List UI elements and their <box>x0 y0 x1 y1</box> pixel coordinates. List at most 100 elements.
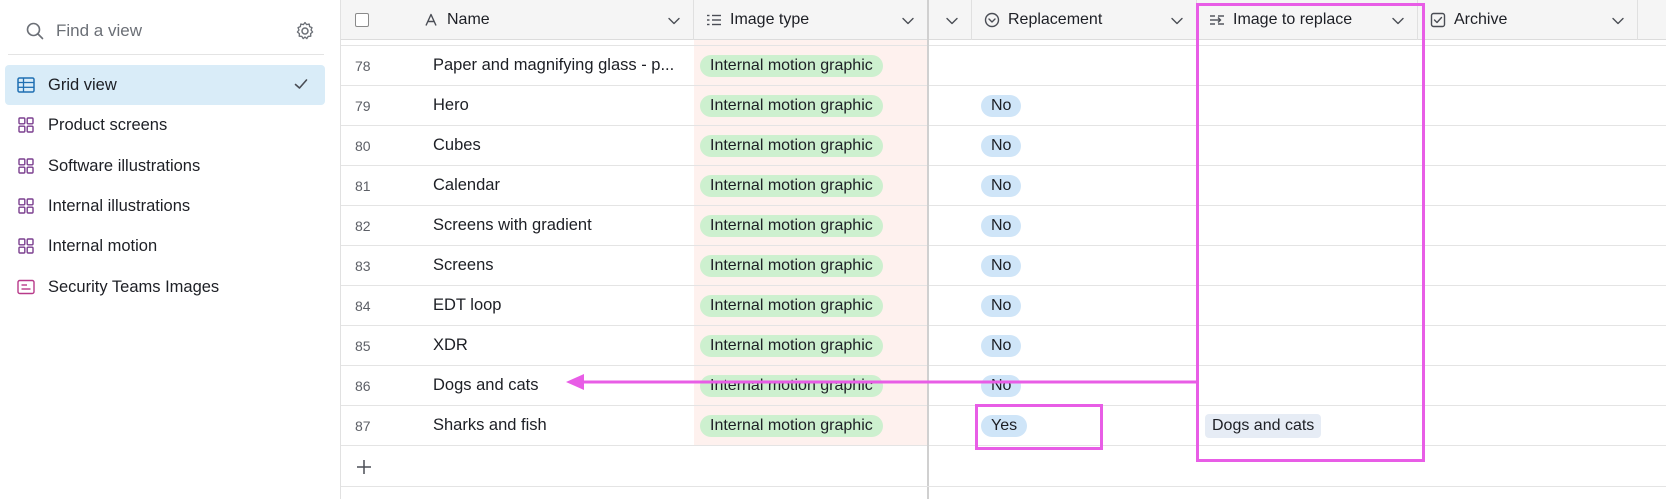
select-all-checkbox[interactable] <box>355 13 369 27</box>
table-row[interactable]: 80 Cubes Internal motion graphic No <box>341 126 1666 166</box>
image-to-replace-cell[interactable] <box>1197 326 1418 365</box>
plus-icon[interactable] <box>355 458 373 476</box>
name-cell[interactable]: Hero <box>433 86 691 125</box>
column-header-label: Replacement <box>1008 11 1103 28</box>
archive-cell[interactable] <box>1418 366 1638 405</box>
table-row[interactable]: 81 Calendar Internal motion graphic No <box>341 166 1666 206</box>
archive-cell[interactable] <box>1418 86 1638 125</box>
row-number: 84 <box>355 297 371 314</box>
image-to-replace-cell[interactable] <box>1197 126 1418 165</box>
image-type-cell[interactable]: Internal motion graphic <box>694 406 927 445</box>
column-header-archive[interactable]: Archive <box>1418 0 1638 40</box>
name-cell[interactable]: Sharks and fish <box>433 406 691 445</box>
replacement-cell[interactable]: Yes <box>972 406 1197 445</box>
grid-icon <box>16 75 36 95</box>
archive-cell[interactable] <box>1418 286 1638 325</box>
form-icon <box>16 277 36 297</box>
image-type-cell[interactable]: Internal motion graphic <box>694 206 927 245</box>
image-type-cell[interactable]: Internal motion graphic <box>694 326 927 365</box>
image-to-replace-cell[interactable] <box>1197 366 1418 405</box>
archive-cell[interactable] <box>1418 166 1638 205</box>
name-cell[interactable]: XDR <box>433 326 691 365</box>
grid-header: Name Image type Replacement Image to rep… <box>341 0 1666 40</box>
chevron-down-icon[interactable] <box>1391 14 1405 26</box>
table-row[interactable]: 85 XDR Internal motion graphic No <box>341 326 1666 366</box>
row-number: 80 <box>355 137 371 154</box>
name-cell[interactable]: EDT loop <box>433 286 691 325</box>
sidebar-item-software-illustrations[interactable]: Software illustrations <box>5 146 325 186</box>
chevron-down-icon[interactable] <box>1170 14 1184 26</box>
image-to-replace-cell[interactable] <box>1197 86 1418 125</box>
sidebar-item-grid-view[interactable]: Grid view <box>5 65 325 105</box>
replacement-pill: No <box>981 374 1022 397</box>
replacement-cell[interactable]: No <box>972 166 1197 205</box>
replacement-cell[interactable]: No <box>972 366 1197 405</box>
sidebar-item-product-screens[interactable]: Product screens <box>5 105 325 145</box>
archive-cell[interactable] <box>1418 46 1638 85</box>
replacement-cell[interactable]: No <box>972 86 1197 125</box>
archive-cell[interactable] <box>1418 126 1638 165</box>
replacement-cell[interactable]: No <box>972 206 1197 245</box>
table-row[interactable]: 87 Sharks and fish Internal motion graphic… <box>341 406 1666 446</box>
archive-cell[interactable] <box>1418 246 1638 285</box>
archive-cell[interactable] <box>1418 206 1638 245</box>
column-header-name[interactable]: Name <box>411 0 694 40</box>
table-row[interactable]: 86 Dogs and cats Internal motion graphic No <box>341 366 1666 406</box>
image-to-replace-cell[interactable] <box>1197 246 1418 285</box>
column-header-image-type[interactable]: Image type <box>694 0 927 40</box>
archive-cell[interactable] <box>1418 406 1638 445</box>
row-number-cell: 80 <box>341 126 411 165</box>
record-name: Sharks and fish <box>433 416 547 434</box>
image-to-replace-cell[interactable] <box>1197 286 1418 325</box>
chevron-down-icon[interactable] <box>945 14 959 26</box>
image-type-cell[interactable]: Internal motion graphic <box>694 166 927 205</box>
name-cell[interactable]: Cubes <box>433 126 691 165</box>
chevron-down-icon[interactable] <box>901 14 915 26</box>
column-header-replacement[interactable]: Replacement <box>972 0 1197 40</box>
sidebar-item-internal-illustrations[interactable]: Internal illustrations <box>5 186 325 226</box>
add-record-row[interactable] <box>341 447 927 487</box>
replacement-cell[interactable] <box>972 46 1197 85</box>
table-row[interactable]: 84 EDT loop Internal motion graphic No <box>341 286 1666 326</box>
chevron-down-icon[interactable] <box>667 14 681 26</box>
table-row[interactable]: 83 Screens Internal motion graphic No <box>341 246 1666 286</box>
image-type-cell[interactable]: Internal motion graphic <box>694 366 927 405</box>
image-type-cell[interactable]: Internal motion graphic <box>694 246 927 285</box>
column-header-collapsed[interactable] <box>929 0 972 40</box>
image-to-replace-cell[interactable] <box>1197 46 1418 85</box>
image-to-replace-cell[interactable] <box>1197 166 1418 205</box>
replacement-cell[interactable]: No <box>972 286 1197 325</box>
table-row[interactable]: 82 Screens with gradient Internal motion g… <box>341 206 1666 246</box>
name-cell[interactable]: Dogs and cats <box>433 366 691 405</box>
row-number-cell: 85 <box>341 326 411 365</box>
name-cell[interactable]: Paper and magnifying glass - p... <box>433 46 691 85</box>
sidebar-item-label: Security Teams Images <box>48 277 220 296</box>
name-cell[interactable]: Calendar <box>433 166 691 205</box>
checkbox-field-icon <box>1430 12 1446 28</box>
replacement-cell[interactable]: No <box>972 326 1197 365</box>
image-type-cell[interactable]: Internal motion graphic <box>694 46 927 85</box>
chevron-down-icon[interactable] <box>1611 14 1625 26</box>
image-type-cell[interactable]: Internal motion graphic <box>694 126 927 165</box>
table-row[interactable]: 78 Paper and magnifying glass - p... Inter… <box>341 46 1666 86</box>
gear-icon[interactable] <box>294 20 316 42</box>
replacement-cell[interactable]: No <box>972 126 1197 165</box>
sidebar-item-security-teams-images[interactable]: Security Teams Images <box>5 267 325 307</box>
view-search-input[interactable] <box>54 20 278 42</box>
image-type-cell[interactable]: Internal motion graphic <box>694 286 927 325</box>
column-header-image-to-replace[interactable]: Image to replace <box>1197 0 1418 40</box>
archive-cell[interactable] <box>1418 326 1638 365</box>
image-to-replace-cell[interactable]: Dogs and cats <box>1197 406 1418 445</box>
table-row[interactable]: 79 Hero Internal motion graphic No <box>341 86 1666 126</box>
gallery-icon <box>16 156 36 176</box>
image-type-pill: Internal motion graphic <box>700 374 883 397</box>
image-type-pill: Internal motion graphic <box>700 254 883 277</box>
replacement-cell[interactable]: No <box>972 246 1197 285</box>
name-cell[interactable]: Screens <box>433 246 691 285</box>
sidebar-item-internal-motion[interactable]: Internal motion <box>5 226 325 266</box>
name-cell[interactable]: Screens with gradient <box>433 206 691 245</box>
grid-footer-line <box>341 486 1666 487</box>
image-to-replace-cell[interactable] <box>1197 206 1418 245</box>
linked-record-chip[interactable]: Dogs and cats <box>1205 413 1322 438</box>
image-type-cell[interactable]: Internal motion graphic <box>694 86 927 125</box>
